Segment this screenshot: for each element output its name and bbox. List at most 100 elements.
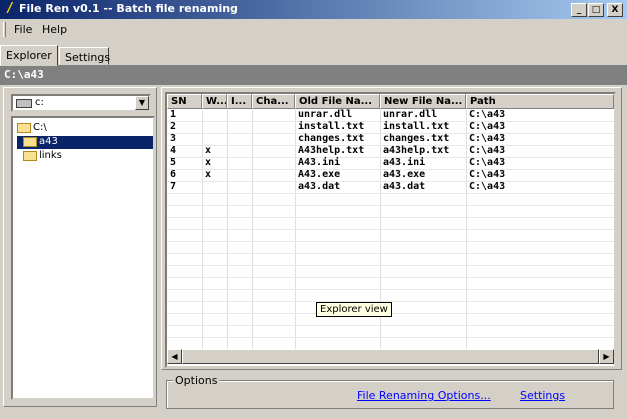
cell-old-file-name: A43help.txt <box>298 145 365 156</box>
menu-help[interactable]: Help <box>42 23 67 36</box>
cell-old-file-name: a43.dat <box>298 181 341 192</box>
drive-select[interactable]: c: ▼ <box>11 94 151 112</box>
drive-icon <box>16 99 32 108</box>
cell-path: C:\a43 <box>469 169 506 180</box>
cell-sn: 7 <box>170 181 177 192</box>
chevron-down-icon[interactable]: ▼ <box>135 96 149 110</box>
cell-old-file-name: A43.ini <box>298 157 341 168</box>
cell-new-file-name: a43help.txt <box>383 145 450 156</box>
settings-link[interactable]: Settings <box>520 389 565 402</box>
table-row[interactable]: 6 x A43.exe a43.exe C:\a43 <box>167 169 614 181</box>
folder-icon <box>23 150 37 161</box>
window-title: File Ren v0.1 -- Batch file renaming <box>19 2 238 15</box>
cell-changed <box>252 109 295 121</box>
cell-w: x <box>205 169 212 180</box>
drive-select-value: c: <box>35 97 44 108</box>
title-bar[interactable]: / File Ren v0.1 -- Batch file renaming _… <box>0 0 627 19</box>
cell-i <box>227 133 252 145</box>
cell-old-file-name: unrar.dll <box>298 109 353 120</box>
cell-path: C:\a43 <box>469 121 506 132</box>
tree-item-a43[interactable]: a43 <box>17 136 153 149</box>
file-renaming-options-link[interactable]: File Renaming Options... <box>357 389 491 402</box>
cell-changed <box>252 181 295 193</box>
cell-new-file-name: unrar.dll <box>383 109 438 120</box>
list-header: SN W... I... Cha... Old File Na... New F… <box>167 94 614 109</box>
scroll-left-icon[interactable]: ◀ <box>167 349 182 364</box>
col-header-new-file-name[interactable]: New File Na... <box>380 94 466 109</box>
options-legend: Options <box>173 374 220 387</box>
cell-changed <box>252 169 295 181</box>
options-group: Options File Renaming Options... Setting… <box>166 374 614 409</box>
cell-w: x <box>205 145 212 156</box>
cell-new-file-name: a43.exe <box>383 169 426 180</box>
cell-w <box>202 133 227 145</box>
table-row[interactable]: 1 unrar.dll unrar.dll C:\a43 <box>167 109 614 121</box>
col-header-path[interactable]: Path <box>466 94 614 109</box>
cell-changed <box>252 145 295 157</box>
menu-bar: File Help <box>0 19 627 40</box>
maximize-button[interactable]: □ <box>588 3 604 17</box>
cell-i <box>227 181 252 193</box>
tree-item-links[interactable]: links <box>23 150 62 163</box>
scroll-thumb[interactable] <box>182 349 599 364</box>
cell-old-file-name: install.txt <box>298 121 365 132</box>
col-header-w[interactable]: W... <box>202 94 227 109</box>
app-icon: / <box>7 1 13 16</box>
cell-w <box>202 109 227 121</box>
col-header-i[interactable]: I... <box>227 94 252 109</box>
cell-i <box>227 121 252 133</box>
cell-sn: 6 <box>170 169 177 180</box>
menu-grip <box>3 22 6 37</box>
menu-file[interactable]: File <box>14 23 32 36</box>
cell-old-file-name: changes.txt <box>298 133 365 144</box>
cell-sn: 5 <box>170 157 177 168</box>
cell-i <box>227 169 252 181</box>
cell-sn: 2 <box>170 121 177 132</box>
cell-sn: 4 <box>170 145 177 156</box>
cell-changed <box>252 157 295 169</box>
cell-i <box>227 157 252 169</box>
cell-path: C:\a43 <box>469 133 506 144</box>
cell-path: C:\a43 <box>469 145 506 156</box>
tab-explorer[interactable]: Explorer <box>0 45 58 66</box>
cell-path: C:\a43 <box>469 157 506 168</box>
cell-changed <box>252 133 295 145</box>
cell-i <box>227 109 252 121</box>
cell-w <box>202 181 227 193</box>
close-button[interactable]: X <box>607 3 623 17</box>
folder-open-icon <box>23 136 37 147</box>
folder-open-icon <box>17 122 31 133</box>
cell-new-file-name: a43.ini <box>383 157 426 168</box>
file-list-panel: SN W... I... Cha... Old File Na... New F… <box>161 87 622 370</box>
cell-sn: 1 <box>170 109 177 120</box>
col-header-sn[interactable]: SN <box>167 94 202 109</box>
cell-new-file-name: a43.dat <box>383 181 426 192</box>
table-row[interactable]: 2 install.txt install.txt C:\a43 <box>167 121 614 133</box>
scroll-right-icon[interactable]: ▶ <box>599 349 614 364</box>
cell-w: x <box>205 157 212 168</box>
table-row[interactable]: 4 x A43help.txt a43help.txt C:\a43 <box>167 145 614 157</box>
col-header-changed[interactable]: Cha... <box>252 94 295 109</box>
current-path: C:\a43 <box>0 65 627 85</box>
tree-item-root[interactable]: C:\ <box>17 122 47 135</box>
folder-tree[interactable]: C:\ a43 links <box>11 116 155 400</box>
cell-new-file-name: install.txt <box>383 121 450 132</box>
tooltip: Explorer view <box>316 302 392 317</box>
table-row[interactable]: 5 x A43.ini a43.ini C:\a43 <box>167 157 614 169</box>
horizontal-scrollbar[interactable]: ◀ ▶ <box>167 349 614 364</box>
cell-old-file-name: A43.exe <box>298 169 341 180</box>
cell-changed <box>252 121 295 133</box>
minimize-button[interactable]: _ <box>571 3 587 17</box>
col-header-old-file-name[interactable]: Old File Na... <box>295 94 380 109</box>
table-row[interactable]: 7 a43.dat a43.dat C:\a43 <box>167 181 614 193</box>
file-list[interactable]: SN W... I... Cha... Old File Na... New F… <box>165 92 616 368</box>
cell-w <box>202 121 227 133</box>
explorer-panel: c: ▼ C:\ a43 links <box>3 87 157 407</box>
table-row[interactable]: 3 changes.txt changes.txt C:\a43 <box>167 133 614 145</box>
cell-i <box>227 145 252 157</box>
cell-path: C:\a43 <box>469 109 506 120</box>
cell-sn: 3 <box>170 133 177 144</box>
tab-settings[interactable]: Settings <box>59 47 110 65</box>
cell-new-file-name: changes.txt <box>383 133 450 144</box>
cell-path: C:\a43 <box>469 181 506 192</box>
